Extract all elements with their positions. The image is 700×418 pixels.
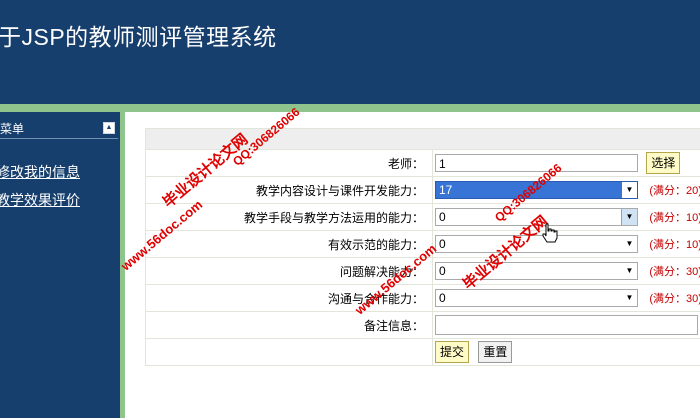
select-value: 17: [439, 183, 453, 197]
form-header-row: [145, 128, 700, 150]
teacher-label: 老师：: [145, 149, 433, 177]
sidebar-header: 菜单 ▲: [0, 116, 118, 139]
remarks-label: 备注信息：: [145, 311, 433, 339]
chevron-down-icon[interactable]: ▼: [622, 182, 637, 198]
max-score-text: (满分：30): [649, 266, 700, 278]
problem-solving-score-select[interactable]: 0 ▼: [435, 262, 638, 280]
max-score-text: (满分：20): [649, 185, 700, 197]
chevron-down-icon[interactable]: ▼: [621, 209, 637, 225]
chevron-down-icon[interactable]: ▼: [622, 290, 637, 306]
hand-cursor-icon: [542, 223, 558, 243]
score-label: 问题解决能力：: [145, 257, 433, 285]
sidebar-item-teaching-evaluation[interactable]: 教学效果评价: [0, 190, 80, 210]
submit-button[interactable]: 提交: [435, 341, 470, 363]
header-divider: [0, 104, 700, 112]
score-row-course-design: 教学内容设计与课件开发能力： 17 ▼ (满分：20): [145, 176, 700, 204]
teacher-row: 老师： 1 选择: [145, 149, 700, 177]
main-content: 老师： 1 选择 教学内容设计与课件开发能力： 17 ▼ (满分：20) 教学手…: [125, 112, 700, 418]
app-header: 于JSP的教师测评管理系统: [0, 0, 700, 104]
demonstration-score-select[interactable]: 0 ▼: [435, 235, 638, 253]
sidebar-item-edit-my-info[interactable]: 修改我的信息: [0, 162, 80, 182]
select-value: 0: [439, 264, 446, 278]
select-value: 0: [439, 237, 446, 251]
score-label: 教学内容设计与课件开发能力：: [145, 176, 433, 204]
choose-teacher-button[interactable]: 选择: [646, 152, 681, 174]
evaluation-form: 老师： 1 选择 教学内容设计与课件开发能力： 17 ▼ (满分：20) 教学手…: [145, 128, 700, 366]
max-score-text: (满分：10): [649, 239, 700, 251]
select-value: 0: [439, 210, 446, 224]
course-design-score-select[interactable]: 17 ▼: [435, 181, 638, 199]
score-row-demonstration: 有效示范的能力： 0 ▼ (满分：10): [145, 230, 700, 258]
score-label: 有效示范的能力：: [145, 230, 433, 258]
remarks-input[interactable]: [435, 315, 698, 335]
teaching-methods-score-select[interactable]: 0 ▼: [435, 208, 638, 226]
sidebar: 菜单 ▲ 修改我的信息 教学效果评价: [0, 112, 120, 418]
score-row-problem-solving: 问题解决能力： 0 ▼ (满分：30): [145, 257, 700, 285]
app-title: 于JSP的教师测评管理系统: [0, 24, 277, 50]
remarks-row: 备注信息：: [145, 311, 700, 339]
reset-button[interactable]: 重置: [478, 341, 513, 363]
max-score-text: (满分：10): [649, 212, 700, 224]
chevron-down-icon[interactable]: ▼: [622, 236, 637, 252]
score-row-communication: 沟通与合作能力： 0 ▼ (满分：30): [145, 284, 700, 312]
actions-row: 提交 重置: [145, 338, 700, 366]
max-score-text: (满分：30): [649, 293, 700, 305]
teacher-input[interactable]: 1: [435, 154, 638, 172]
chevron-down-icon[interactable]: ▼: [622, 263, 637, 279]
collapse-icon[interactable]: ▲: [103, 122, 115, 134]
score-label: 教学手段与教学方法运用的能力：: [145, 203, 433, 231]
score-label: 沟通与合作能力：: [145, 284, 433, 312]
score-row-teaching-methods: 教学手段与教学方法运用的能力： 0 ▼ (满分：10): [145, 203, 700, 231]
sidebar-menu-label: 菜单: [0, 122, 25, 136]
select-value: 0: [439, 291, 446, 305]
communication-score-select[interactable]: 0 ▼: [435, 289, 638, 307]
